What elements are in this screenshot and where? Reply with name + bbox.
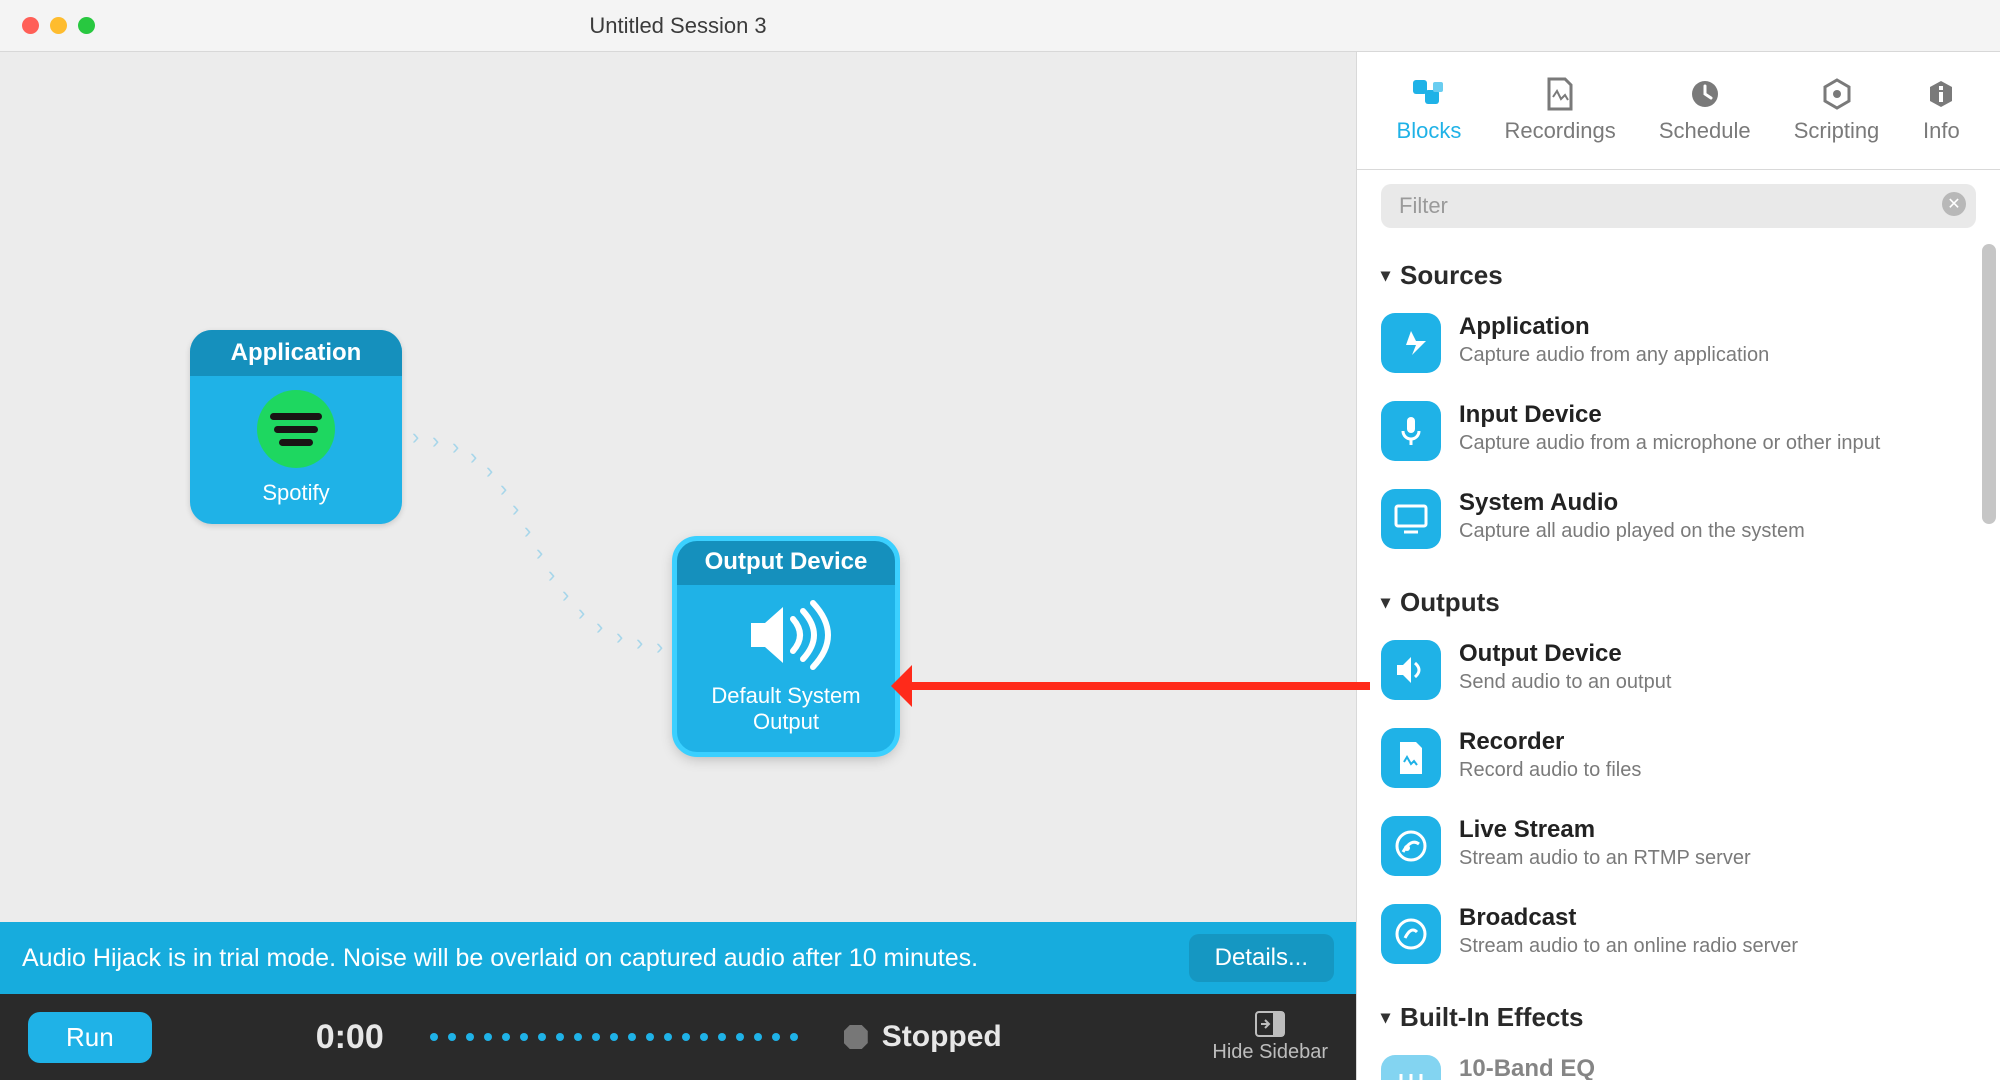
library-item-title: Input Device	[1459, 401, 1880, 429]
speaker-icon	[741, 599, 831, 671]
library-item-desc: Send audio to an output	[1459, 670, 1671, 695]
session-canvas[interactable]: Application Spotify Output Device	[0, 52, 1356, 922]
tab-label: Schedule	[1659, 118, 1751, 144]
library-item-title: 10-Band EQ	[1459, 1055, 1595, 1080]
library-item-title: Live Stream	[1459, 816, 1751, 844]
group-title: Outputs	[1400, 587, 1500, 618]
group-header-outputs[interactable]: ▾ Outputs	[1381, 587, 1976, 618]
annotation-arrow	[900, 682, 1370, 690]
recordings-icon	[1541, 78, 1579, 110]
filter-input[interactable]	[1381, 184, 1976, 228]
group-title: Sources	[1400, 260, 1503, 291]
titlebar: Untitled Session 3	[0, 0, 2000, 52]
tab-recordings[interactable]: Recordings	[1504, 78, 1615, 144]
timecode: 0:00	[316, 1018, 384, 1057]
library-item-title: Output Device	[1459, 640, 1671, 668]
status-text: Stopped	[882, 1020, 1002, 1054]
chevron-down-icon: ▾	[1381, 1007, 1390, 1028]
window-title: Untitled Session 3	[0, 13, 1356, 39]
scripting-icon	[1818, 78, 1856, 110]
file-icon	[1381, 728, 1441, 788]
run-button[interactable]: Run	[28, 1012, 152, 1063]
library-item-title: Broadcast	[1459, 904, 1798, 932]
block-application[interactable]: Application Spotify	[190, 330, 402, 524]
library-item-desc: Capture audio from a microphone or other…	[1459, 431, 1880, 456]
library-item-broadcast[interactable]: Broadcast Stream audio to an online radi…	[1381, 896, 1976, 984]
speaker-icon	[1381, 640, 1441, 700]
trial-mode-bar: Audio Hijack is in trial mode. Noise wil…	[0, 922, 1356, 994]
application-icon	[1381, 313, 1441, 373]
microphone-icon	[1381, 401, 1441, 461]
library-item-desc: Stream audio to an RTMP server	[1459, 846, 1751, 871]
tab-schedule[interactable]: Schedule	[1659, 78, 1751, 144]
hide-sidebar-icon	[1255, 1011, 1285, 1037]
broadcast-icon	[1381, 904, 1441, 964]
library-item-10-band-eq[interactable]: 10-Band EQ	[1381, 1047, 1976, 1080]
library-item-title: Application	[1459, 313, 1769, 341]
tab-label: Blocks	[1397, 118, 1462, 144]
library-item-recorder[interactable]: Recorder Record audio to files	[1381, 720, 1976, 808]
schedule-icon	[1686, 78, 1724, 110]
library-item-title: Recorder	[1459, 728, 1641, 756]
info-icon	[1922, 78, 1960, 110]
library-item-input-device[interactable]: Input Device Capture audio from a microp…	[1381, 393, 1976, 481]
tab-scripting[interactable]: Scripting	[1794, 78, 1880, 144]
level-meter	[430, 1033, 798, 1041]
library-item-desc: Stream audio to an online radio server	[1459, 934, 1798, 959]
blocks-icon	[1410, 78, 1448, 110]
tab-label: Scripting	[1794, 118, 1880, 144]
block-label: Spotify	[262, 480, 329, 506]
scrollbar-thumb[interactable]	[1982, 244, 1996, 524]
block-label: Default System Output	[685, 683, 887, 736]
tab-blocks[interactable]: Blocks	[1397, 78, 1462, 144]
trial-message: Audio Hijack is in trial mode. Noise wil…	[22, 944, 978, 973]
sidebar: Blocks Recordings Schedule	[1356, 52, 2000, 1080]
library-item-title: System Audio	[1459, 489, 1805, 517]
hide-sidebar-label: Hide Sidebar	[1212, 1041, 1328, 1064]
chevron-down-icon: ▾	[1381, 265, 1390, 286]
sidebar-tabs: Blocks Recordings Schedule	[1357, 52, 2000, 170]
library-item-live-stream[interactable]: Live Stream Stream audio to an RTMP serv…	[1381, 808, 1976, 896]
library-item-desc: Capture all audio played on the system	[1459, 519, 1805, 544]
group-title: Built-In Effects	[1400, 1002, 1583, 1033]
library-item-system-audio[interactable]: System Audio Capture all audio played on…	[1381, 481, 1976, 569]
library-item-desc: Capture audio from any application	[1459, 343, 1769, 368]
block-output-device[interactable]: Output Device Default System Output	[675, 539, 897, 754]
display-icon	[1381, 489, 1441, 549]
eq-icon	[1381, 1055, 1441, 1080]
hide-sidebar-button[interactable]: Hide Sidebar	[1212, 1011, 1328, 1064]
transport-bar: Run 0:00 Stopped Hide Sidebar	[0, 994, 1356, 1080]
tab-info[interactable]: Info	[1922, 78, 1960, 144]
group-header-sources[interactable]: ▾ Sources	[1381, 260, 1976, 291]
chevron-down-icon: ▾	[1381, 592, 1390, 613]
spotify-icon	[257, 390, 335, 468]
clear-filter-button[interactable]: ✕	[1942, 192, 1966, 216]
library-item-output-device[interactable]: Output Device Send audio to an output	[1381, 632, 1976, 720]
block-header: Application	[190, 330, 402, 376]
tab-label: Info	[1923, 118, 1960, 144]
tab-label: Recordings	[1504, 118, 1615, 144]
stopped-icon	[844, 1025, 868, 1049]
trial-details-button[interactable]: Details...	[1189, 934, 1334, 982]
library-item-desc: Record audio to files	[1459, 758, 1641, 783]
library-item-application[interactable]: Application Capture audio from any appli…	[1381, 305, 1976, 393]
satellite-icon	[1381, 816, 1441, 876]
block-header: Output Device	[675, 539, 897, 585]
block-library[interactable]: ▾ Sources Application Capture audio from…	[1357, 234, 2000, 1080]
group-header-effects[interactable]: ▾ Built-In Effects	[1381, 1002, 1976, 1033]
